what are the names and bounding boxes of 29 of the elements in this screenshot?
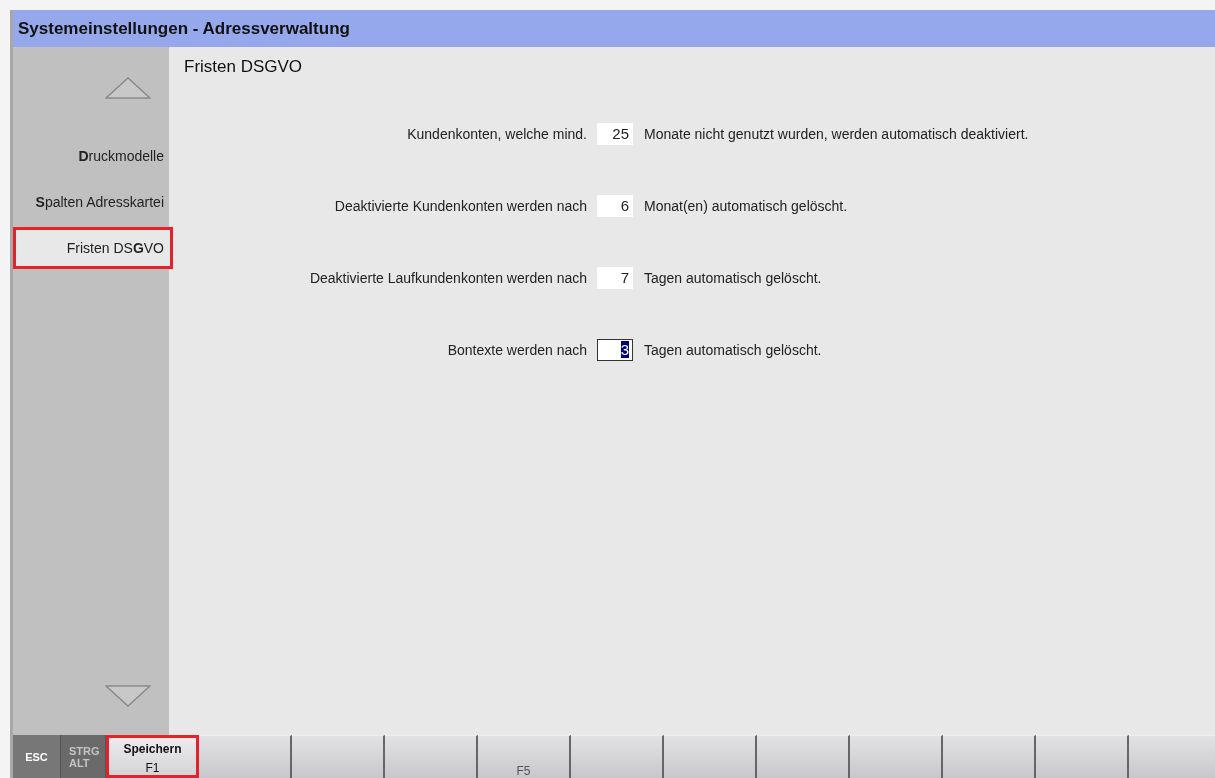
field-label: Deaktivierte Laufkundenkonten werden nach: [308, 270, 587, 286]
panel-title: Fristen DSGVO: [184, 57, 304, 77]
field-suffix: Monat(en) automatisch gelöscht.: [644, 198, 848, 214]
number-field[interactable]: 6: [597, 195, 633, 217]
function-key[interactable]: F5: [478, 735, 571, 778]
field-label: Kundenkonten, welche mind.: [406, 126, 587, 142]
function-key[interactable]: [1036, 735, 1129, 778]
window-title: Systemeinstellungen - Adressverwaltung: [18, 18, 350, 39]
function-key[interactable]: [850, 735, 943, 778]
sidebar-item[interactable]: Spalten Adresskartei: [13, 181, 169, 223]
modifier-key[interactable]: ESC: [13, 735, 61, 778]
function-key[interactable]: [292, 735, 385, 778]
field-suffix: Tagen automatisch gelöscht.: [644, 342, 822, 358]
function-key[interactable]: [199, 735, 292, 778]
number-field[interactable]: 7: [597, 267, 633, 289]
sidebar-item[interactable]: Fristen DSGVO: [13, 227, 173, 269]
number-field[interactable]: 3: [597, 339, 633, 361]
field-label: Deaktivierte Kundenkonten werden nach: [333, 198, 587, 214]
field-label: Bontexte werden nach: [446, 342, 587, 358]
function-key[interactable]: [757, 735, 850, 778]
function-key[interactable]: [571, 735, 664, 778]
field-suffix: Tagen automatisch gelöscht.: [644, 270, 822, 286]
field-suffix: Monate nicht genutzt wurden, werden automatisch deaktiviert.: [644, 126, 1029, 142]
function-key[interactable]: [943, 735, 1036, 778]
function-key[interactable]: Speichern F1: [106, 735, 199, 778]
function-key[interactable]: [664, 735, 757, 778]
sidebar-item[interactable]: Druckmodelle: [13, 135, 169, 177]
number-field[interactable]: 25: [597, 123, 633, 145]
function-key[interactable]: [385, 735, 478, 778]
